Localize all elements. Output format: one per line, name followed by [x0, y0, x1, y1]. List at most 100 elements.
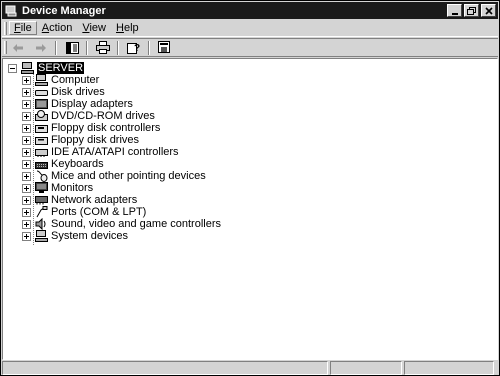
collapse-toggle[interactable]	[8, 63, 17, 73]
expand-toggle[interactable]	[22, 159, 31, 169]
tree-item-label: Disk drives	[51, 86, 105, 98]
tree-item-label: System devices	[51, 230, 129, 242]
toolbar-separator	[148, 40, 150, 55]
toolbar-grip	[4, 41, 7, 54]
toolbar: ?	[2, 38, 498, 57]
ide-controller-icon	[35, 149, 48, 157]
expand-toggle[interactable]	[22, 219, 31, 229]
tree-item-floppy-drives[interactable]: Floppy disk drives	[22, 134, 139, 146]
tree-item-label: Sound, video and game controllers	[51, 218, 221, 230]
mouse-icon	[36, 170, 48, 182]
tree-item-label: Computer	[51, 74, 100, 86]
toolbar-separator	[117, 40, 119, 55]
tree-item-label: Floppy disk controllers	[51, 122, 161, 134]
expand-toggle[interactable]	[22, 183, 31, 193]
show-hide-tree-button[interactable]	[63, 40, 81, 56]
keyboard-icon	[35, 162, 48, 169]
expand-toggle[interactable]	[22, 147, 31, 157]
expand-toggle[interactable]	[22, 111, 31, 121]
tree-root[interactable]: SERVER	[8, 62, 85, 74]
expand-toggle[interactable]	[22, 195, 31, 205]
properties-button[interactable]	[156, 40, 174, 56]
expand-toggle[interactable]	[22, 135, 31, 145]
expand-toggle[interactable]	[22, 171, 31, 181]
device-manager-icon	[5, 5, 17, 16]
expand-toggle[interactable]	[22, 99, 31, 109]
minimize-icon	[451, 12, 458, 15]
title-bar[interactable]: Device Manager	[2, 2, 498, 19]
menu-grip	[4, 21, 7, 35]
status-pane	[404, 361, 494, 375]
tree-item-ide-controllers[interactable]: IDE ATA/ATAPI controllers	[22, 146, 179, 158]
port-icon	[36, 206, 48, 218]
expand-toggle[interactable]	[22, 231, 31, 241]
menu-file[interactable]: File	[9, 21, 37, 35]
expand-toggle[interactable]	[22, 75, 31, 85]
toolbar-separator	[55, 40, 57, 55]
monitor-icon	[35, 182, 48, 193]
window-title: Device Manager	[22, 4, 106, 17]
tree-item-label: Keyboards	[51, 158, 104, 170]
tree-item-mice[interactable]: Mice and other pointing devices	[22, 170, 206, 182]
close-icon	[484, 6, 493, 15]
forward-icon	[36, 43, 46, 52]
floppy-drive-icon	[35, 137, 48, 145]
properties-icon	[158, 41, 170, 53]
tree-item-network-adapters[interactable]: Network adapters	[22, 194, 137, 206]
tree-item-display-adapters[interactable]: Display adapters	[22, 98, 133, 110]
tree-item-computer[interactable]: Computer	[22, 74, 99, 86]
expand-toggle[interactable]	[22, 207, 31, 217]
print-icon	[96, 41, 110, 54]
menu-view[interactable]: View	[77, 22, 111, 34]
sound-icon	[35, 218, 46, 230]
menu-action[interactable]: Action	[37, 22, 78, 34]
tree-item-monitors[interactable]: Monitors	[22, 182, 93, 194]
print-button[interactable]	[94, 40, 112, 56]
tree-item-label: Network adapters	[51, 194, 138, 206]
toolbar-separator	[86, 40, 88, 55]
tree-item-label: Floppy disk drives	[51, 134, 140, 146]
help-icon: ?	[127, 43, 140, 54]
tree-item-label: DVD/CD-ROM drives	[51, 110, 155, 122]
tree-item-floppy-controllers[interactable]: Floppy disk controllers	[22, 122, 160, 134]
computer-icon	[21, 62, 34, 74]
forward-button[interactable]	[32, 40, 50, 56]
status-bar	[2, 361, 498, 375]
back-button[interactable]	[9, 40, 27, 56]
tree-item-label: Monitors	[51, 182, 94, 194]
tree-item-label: IDE ATA/ATAPI controllers	[51, 146, 179, 158]
display-adapter-icon	[35, 99, 48, 109]
back-icon	[13, 43, 23, 52]
tree-item-keyboards[interactable]: Keyboards	[22, 158, 104, 170]
system-devices-icon	[35, 230, 48, 242]
tree-item-label: Ports (COM & LPT)	[51, 206, 147, 218]
floppy-controller-icon	[35, 125, 48, 133]
status-pane	[2, 361, 328, 375]
tree-root-label: SERVER	[37, 62, 85, 74]
minimize-button[interactable]	[447, 4, 462, 17]
tree-item-system-devices[interactable]: System devices	[22, 230, 128, 242]
tree-item-label: Display adapters	[51, 98, 133, 110]
tree-item-ports[interactable]: Ports (COM & LPT)	[22, 206, 146, 218]
tree-item-sound[interactable]: Sound, video and game controllers	[22, 218, 221, 230]
status-pane	[330, 361, 402, 375]
expand-toggle[interactable]	[22, 87, 31, 97]
expand-toggle[interactable]	[22, 123, 31, 133]
device-tree[interactable]: SERVER Computer Disk drives Display adap…	[2, 58, 498, 360]
show-hide-tree-icon	[65, 41, 79, 54]
disk-drive-icon	[35, 90, 48, 96]
cdrom-icon	[35, 110, 48, 121]
maximize-button[interactable]	[464, 4, 479, 17]
network-adapter-icon	[35, 196, 48, 205]
close-button[interactable]	[481, 4, 496, 17]
tree-item-label: Mice and other pointing devices	[51, 170, 206, 182]
device-manager-window: Device Manager File Action View Help ? S…	[0, 0, 500, 376]
svg-text:?: ?	[134, 43, 140, 54]
restore-icon	[467, 6, 476, 15]
menu-help[interactable]: Help	[111, 22, 144, 34]
tree-item-disk-drives[interactable]: Disk drives	[22, 86, 105, 98]
help-button[interactable]: ?	[125, 40, 143, 56]
menu-bar: File Action View Help	[2, 20, 498, 37]
computer-icon	[35, 74, 48, 86]
tree-item-dvd-cdrom[interactable]: DVD/CD-ROM drives	[22, 110, 155, 122]
